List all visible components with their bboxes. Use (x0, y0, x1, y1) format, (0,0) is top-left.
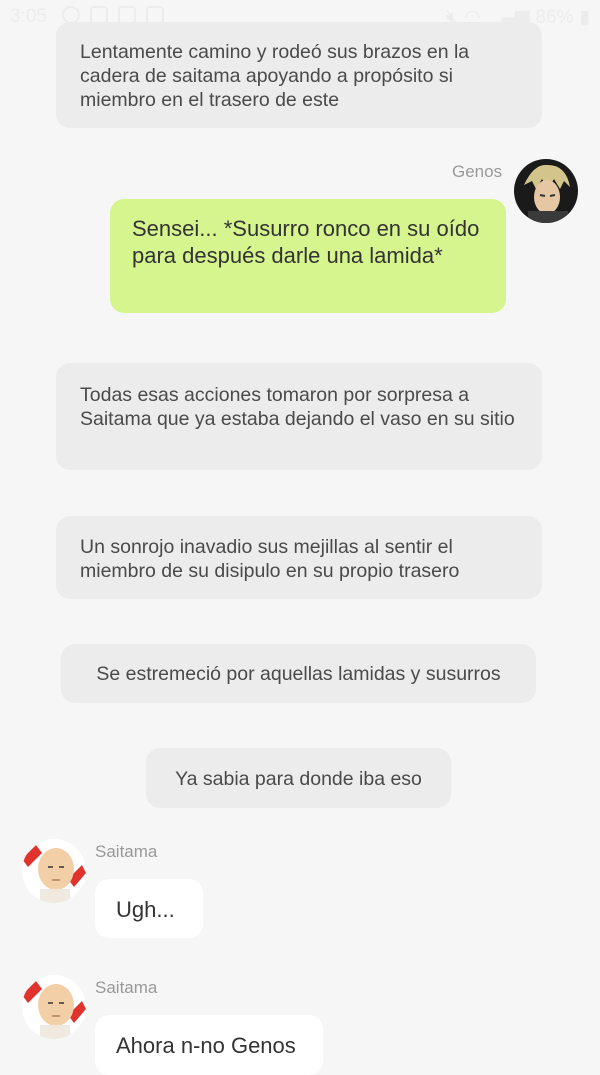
received-message-bubble[interactable]: Ugh... (95, 879, 203, 938)
saitama-avatar[interactable] (22, 975, 86, 1039)
narration-bubble: Lentamente camino y rodeó sus brazos en … (56, 22, 542, 128)
sender-name-saitama: Saitama (95, 978, 158, 997)
message-text: Ahora n-no Genos (116, 1033, 296, 1058)
saitama-avatar[interactable] (22, 839, 86, 903)
narration-bubble: Todas esas acciones tomaron por sorpresa… (56, 363, 542, 470)
narration-text: Ya sabia para donde iba eso (175, 768, 422, 790)
sent-message-bubble[interactable]: Sensei... *Susurro ronco en su oído para… (110, 199, 506, 313)
genos-avatar[interactable] (514, 159, 578, 223)
sender-name-saitama: Saitama (95, 842, 158, 861)
narration-text: Todas esas acciones tomaron por sorpresa… (80, 384, 515, 430)
status-time: 3:05 (10, 6, 47, 27)
narration-bubble: Un sonrojo inavadio sus mejillas al sent… (56, 516, 542, 599)
message-text: Ugh... (116, 897, 175, 922)
sender-name-genos: Genos (452, 162, 503, 181)
battery-icon: ▮ (579, 7, 590, 28)
message-text: Sensei... *Susurro ronco en su oído para… (132, 216, 480, 268)
narration-text: Un sonrojo inavadio sus mejillas al sent… (80, 536, 460, 582)
narration-bubble: Ya sabia para donde iba eso (146, 748, 451, 808)
narration-text: Lentamente camino y rodeó sus brazos en … (80, 41, 470, 111)
received-message-bubble[interactable]: Ahora n-no Genos (95, 1015, 323, 1075)
narration-text: Se estremeció por aquellas lamidas y sus… (96, 663, 501, 685)
narration-bubble: Se estremeció por aquellas lamidas y sus… (61, 644, 536, 703)
battery-level: 86% (535, 6, 574, 28)
